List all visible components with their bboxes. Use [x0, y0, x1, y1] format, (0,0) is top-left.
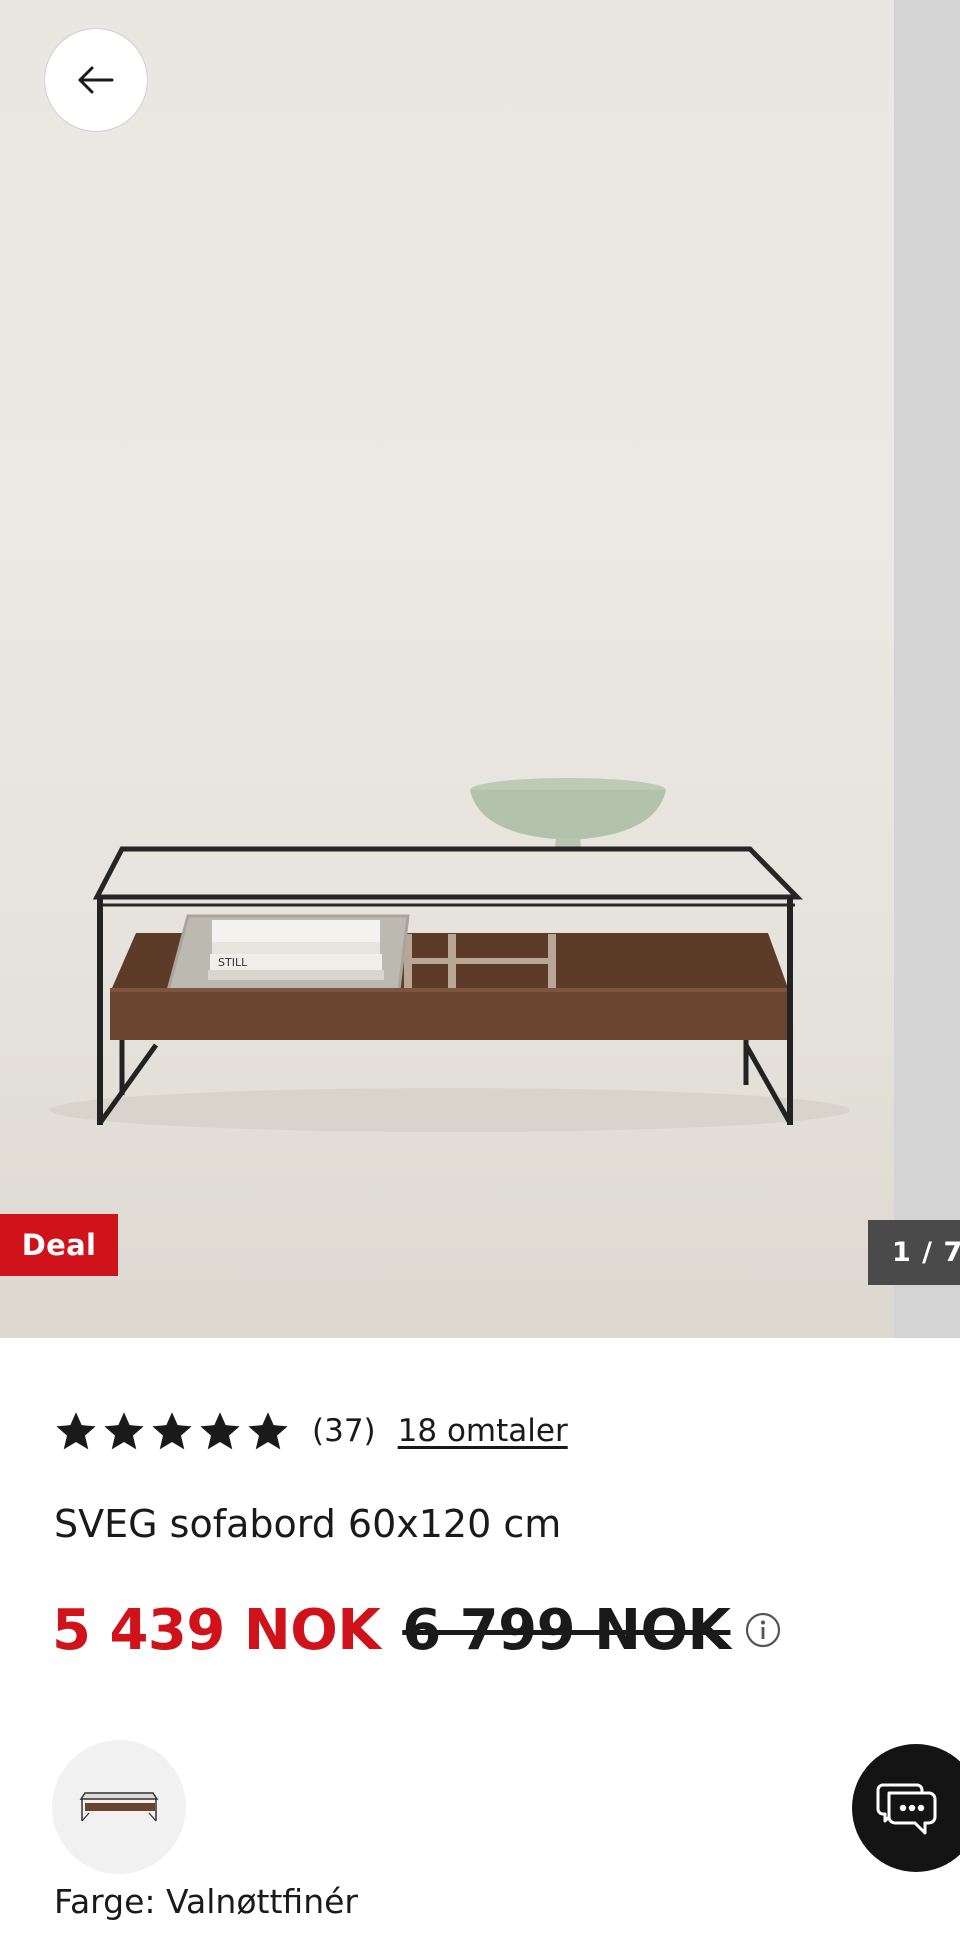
image-counter: 1 / 7 [868, 1220, 960, 1285]
coffee-table-illustration: STILL [50, 778, 850, 1132]
rating-count: (37) [312, 1413, 376, 1449]
next-image-peek[interactable] [894, 0, 960, 1338]
rating-row: (37) 18 omtaler [54, 1406, 568, 1456]
product-image[interactable]: STILL [0, 0, 894, 1338]
star-icon [248, 1412, 288, 1450]
color-variant-swatch[interactable] [52, 1740, 186, 1874]
star-rating [54, 1409, 294, 1453]
product-title: SVEG sofabord 60x120 cm [54, 1502, 562, 1546]
star-icon [104, 1412, 144, 1450]
book-spine-text: STILL [218, 956, 248, 969]
star-icon [200, 1412, 240, 1450]
product-page: STILL Deal 1 / 7 (37) 18 omtaler SVEG so… [0, 0, 960, 1947]
star-icon [56, 1412, 96, 1450]
color-label: Farge: Valnøttfinér [54, 1882, 358, 1921]
star-icon [152, 1412, 192, 1450]
image-gallery[interactable]: STILL Deal 1 / 7 [0, 0, 960, 1338]
chat-bubbles-icon [876, 1783, 937, 1835]
chat-button[interactable] [852, 1744, 960, 1872]
back-button[interactable] [44, 28, 148, 132]
info-icon[interactable] [744, 1611, 782, 1649]
reviews-link[interactable]: 18 omtaler [398, 1413, 568, 1449]
arrow-left-icon [78, 66, 114, 94]
price-row: 5 439 NOK 6 799 NOK [52, 1590, 782, 1670]
sale-price: 5 439 NOK [52, 1597, 381, 1663]
variant-thumbnail [79, 1792, 159, 1822]
deal-badge: Deal [0, 1214, 118, 1276]
original-price: 6 799 NOK [402, 1597, 731, 1663]
